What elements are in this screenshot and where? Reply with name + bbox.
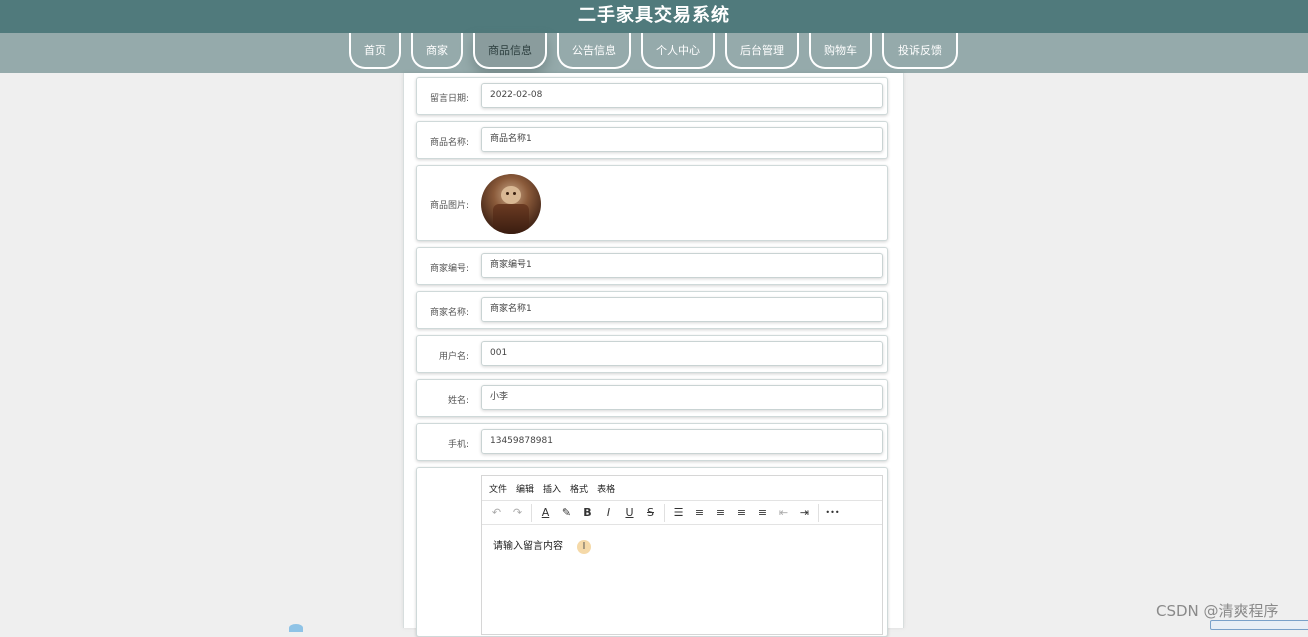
italic-icon[interactable]: I xyxy=(598,503,619,523)
form-row-name: 姓名: 小李 xyxy=(416,379,888,417)
indent-icon[interactable]: ⇥ xyxy=(794,503,815,523)
form-row-merchant-name: 商家名称: 商家名称1 xyxy=(416,291,888,329)
outdent-icon[interactable]: ⇤ xyxy=(773,503,794,523)
form-row-date: 留言日期: 2022-02-08 xyxy=(416,77,888,115)
phone-label: 手机: xyxy=(447,440,469,450)
form-row-merchant-no: 商家编号: 商家编号1 xyxy=(416,247,888,285)
form-row-message: 文件 编辑 插入 格式 表格 ↶ ↷ A ✎ B I U S ☰ ≡ ≡ ≡ ≡… xyxy=(416,467,888,637)
username-field[interactable]: 001 xyxy=(481,341,883,366)
date-label: 留言日期: xyxy=(429,94,469,104)
phone-field[interactable]: 13459878981 xyxy=(481,429,883,454)
undo-icon[interactable]: ↶ xyxy=(486,503,507,523)
nav-merchants[interactable]: 商家 xyxy=(411,33,463,69)
form-row-username: 用户名: 001 xyxy=(416,335,888,373)
align-left-icon[interactable]: ≡ xyxy=(689,503,710,523)
nav-admin[interactable]: 后台管理 xyxy=(725,33,799,69)
name-label: 姓名: xyxy=(447,396,469,406)
merchant-no-field[interactable]: 商家编号1 xyxy=(481,253,883,278)
site-header: 二手家具交易系统 xyxy=(0,0,1308,33)
form-row-product-image: 商品图片: xyxy=(416,165,888,241)
underline-icon[interactable]: U xyxy=(619,503,640,523)
align-right-icon[interactable]: ≡ xyxy=(731,503,752,523)
scroll-indicator-icon xyxy=(289,624,303,632)
rich-text-editor: 文件 编辑 插入 格式 表格 ↶ ↷ A ✎ B I U S ☰ ≡ ≡ ≡ ≡… xyxy=(481,475,883,635)
nav-announcements[interactable]: 公告信息 xyxy=(557,33,631,69)
nav-personal-center[interactable]: 个人中心 xyxy=(641,33,715,69)
message-form-panel: 留言日期: 2022-02-08 商品名称: 商品名称1 商品图片: 商家编号:… xyxy=(403,73,904,637)
merchant-no-label: 商家编号: xyxy=(429,264,469,274)
system-tray-widget xyxy=(1210,620,1308,630)
nav-feedback[interactable]: 投诉反馈 xyxy=(882,33,958,69)
menu-insert[interactable]: 插入 xyxy=(543,482,561,495)
name-field[interactable]: 小李 xyxy=(481,385,883,410)
form-row-product-name: 商品名称: 商品名称1 xyxy=(416,121,888,159)
align-center-icon[interactable]: ≡ xyxy=(710,503,731,523)
menu-format[interactable]: 格式 xyxy=(570,482,588,495)
menu-file[interactable]: 文件 xyxy=(489,482,507,495)
font-color-icon[interactable]: A xyxy=(535,503,556,523)
merchant-name-label: 商家名称: xyxy=(429,308,469,318)
username-label: 用户名: xyxy=(438,352,469,362)
product-name-field[interactable]: 商品名称1 xyxy=(481,127,883,152)
text-cursor-icon: I xyxy=(577,540,591,554)
nav-cart[interactable]: 购物车 xyxy=(809,33,872,69)
product-name-label: 商品名称: xyxy=(429,138,469,148)
editor-content-area[interactable]: 请输入留言内容 I xyxy=(482,525,882,554)
editor-menubar: 文件 编辑 插入 格式 表格 xyxy=(482,476,882,501)
highlight-icon[interactable]: ✎ xyxy=(556,503,577,523)
menu-edit[interactable]: 编辑 xyxy=(516,482,534,495)
more-icon[interactable]: ••• xyxy=(822,503,843,523)
redo-icon[interactable]: ↷ xyxy=(507,503,528,523)
form-row-phone: 手机: 13459878981 xyxy=(416,423,888,461)
nav-home[interactable]: 首页 xyxy=(349,33,401,69)
merchant-name-field[interactable]: 商家名称1 xyxy=(481,297,883,322)
justify-icon[interactable]: ≡ xyxy=(752,503,773,523)
strikethrough-icon[interactable]: S xyxy=(640,503,661,523)
main-nav: 首页 商家 商品信息 公告信息 个人中心 后台管理 购物车 投诉反馈 xyxy=(0,33,1308,73)
watermark: CSDN @清爽程序 xyxy=(1156,602,1279,620)
product-image-label: 商品图片: xyxy=(429,201,469,211)
editor-placeholder: 请输入留言内容 xyxy=(493,541,563,552)
menu-table[interactable]: 表格 xyxy=(597,482,615,495)
list-icon[interactable]: ☰ xyxy=(668,503,689,523)
site-title: 二手家具交易系统 xyxy=(578,5,730,26)
nav-products[interactable]: 商品信息 xyxy=(473,33,547,69)
date-field[interactable]: 2022-02-08 xyxy=(481,83,883,108)
product-image xyxy=(481,174,541,234)
bold-icon[interactable]: B xyxy=(577,503,598,523)
editor-toolbar: ↶ ↷ A ✎ B I U S ☰ ≡ ≡ ≡ ≡ ⇤ ⇥ ••• xyxy=(482,501,882,525)
